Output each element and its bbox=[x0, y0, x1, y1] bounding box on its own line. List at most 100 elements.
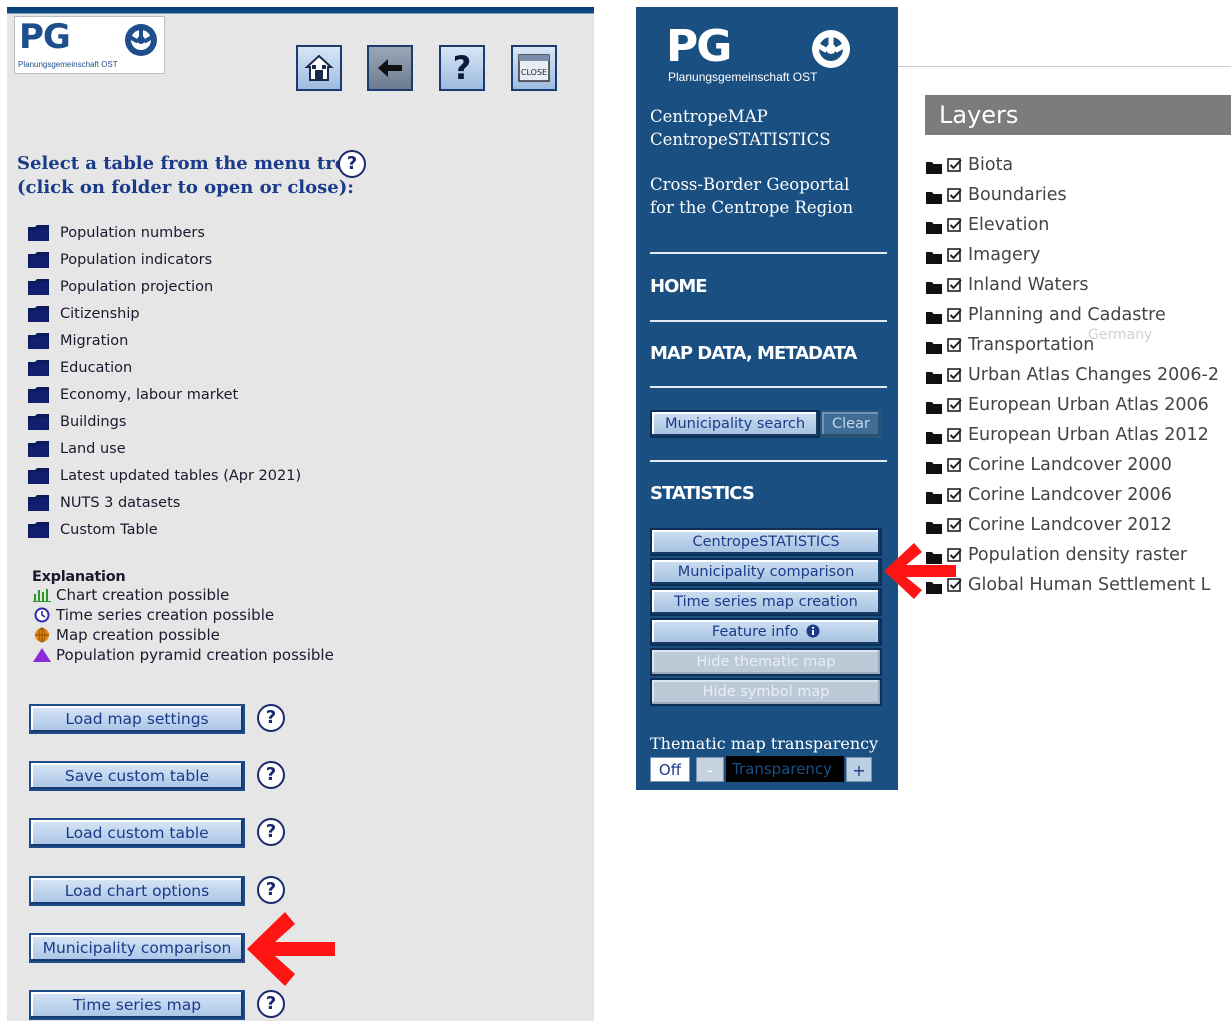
load-map-settings-help[interactable]: ? bbox=[257, 704, 285, 732]
layer-item[interactable]: Corine Landcover 2006 bbox=[926, 483, 1172, 507]
layer-item[interactable]: Population density raster bbox=[926, 543, 1187, 567]
tree-folder-education[interactable]: Education bbox=[27, 357, 347, 379]
folder-icon[interactable] bbox=[926, 189, 942, 204]
map-area[interactable]: Layers Germany Biota Boundaries Elevation I… bbox=[898, 7, 1231, 790]
municipality-search-button[interactable]: Municipality search bbox=[650, 410, 820, 438]
tree-folder-latest-updated[interactable]: Latest updated tables (Apr 2021) bbox=[27, 465, 347, 487]
tree-folder-population-projection[interactable]: Population projection bbox=[27, 276, 347, 298]
layer-label: Global Human Settlement L bbox=[968, 575, 1211, 595]
checkbox-checked-icon[interactable] bbox=[947, 427, 963, 443]
tree-folder-migration[interactable]: Migration bbox=[27, 330, 347, 352]
load-map-settings-button[interactable]: Load map settings bbox=[29, 704, 245, 734]
help-button[interactable]: ? bbox=[439, 45, 485, 91]
municipality-comparison-button[interactable]: Municipality comparison bbox=[650, 558, 882, 586]
legend-pyramid-label: Population pyramid creation possible bbox=[56, 646, 334, 664]
layer-item[interactable]: Elevation bbox=[926, 213, 1049, 237]
transparency-plus-button[interactable]: + bbox=[846, 756, 872, 782]
layer-item[interactable]: Boundaries bbox=[926, 183, 1067, 207]
checkbox-checked-icon[interactable] bbox=[947, 517, 963, 533]
layer-item[interactable]: Urban Atlas Changes 2006-2 bbox=[926, 363, 1219, 387]
tree-folder-population-indicators[interactable]: Population indicators bbox=[27, 249, 347, 271]
layer-item[interactable]: Corine Landcover 2000 bbox=[926, 453, 1172, 477]
layer-item[interactable]: Transportation bbox=[926, 333, 1094, 357]
time-series-map-creation-button[interactable]: Time series map creation bbox=[650, 588, 882, 616]
layer-item[interactable]: Imagery bbox=[926, 243, 1040, 267]
layer-item[interactable]: Corine Landcover 2012 bbox=[926, 513, 1172, 537]
feature-info-label: Feature info bbox=[711, 624, 799, 640]
layer-label: Planning and Cadastre bbox=[968, 305, 1166, 325]
sidebar: PG Planungsgemeinschaft OST CentropeMAP … bbox=[636, 7, 898, 790]
tree-folder-land-use[interactable]: Land use bbox=[27, 438, 347, 460]
layer-item[interactable]: European Urban Atlas 2012 bbox=[926, 423, 1209, 447]
folder-icon[interactable] bbox=[926, 399, 942, 414]
save-custom-table-button[interactable]: Save custom table bbox=[29, 761, 245, 791]
feature-info-button[interactable]: Feature info bbox=[650, 618, 882, 646]
layer-item[interactable]: Planning and Cadastre bbox=[926, 303, 1166, 327]
load-custom-table-button[interactable]: Load custom table bbox=[29, 818, 245, 848]
globe-icon bbox=[32, 626, 52, 644]
back-button[interactable] bbox=[367, 45, 413, 91]
layer-label: Boundaries bbox=[968, 185, 1067, 205]
folder-icon[interactable] bbox=[926, 159, 942, 174]
transparency-off-button[interactable]: Off bbox=[650, 756, 690, 782]
tree-folder-buildings[interactable]: Buildings bbox=[27, 411, 347, 433]
folder-icon[interactable] bbox=[926, 519, 942, 534]
map-topbar bbox=[898, 7, 1231, 67]
checkbox-checked-icon[interactable] bbox=[947, 307, 963, 323]
folder-icon bbox=[27, 466, 51, 486]
transparency-minus-button[interactable]: - bbox=[696, 756, 724, 782]
folder-icon[interactable] bbox=[926, 339, 942, 354]
checkbox-checked-icon[interactable] bbox=[947, 337, 963, 353]
clear-button[interactable]: Clear bbox=[820, 410, 882, 438]
folder-icon bbox=[27, 520, 51, 540]
layer-item[interactable]: Biota bbox=[926, 153, 1013, 177]
tree-folder-economy[interactable]: Economy, labour market bbox=[27, 384, 347, 406]
checkbox-checked-icon[interactable] bbox=[947, 217, 963, 233]
checkbox-checked-icon[interactable] bbox=[947, 397, 963, 413]
layer-item[interactable]: Global Human Settlement L bbox=[926, 573, 1210, 597]
checkbox-checked-icon[interactable] bbox=[947, 367, 963, 383]
home-button[interactable] bbox=[296, 45, 342, 91]
folder-icon[interactable] bbox=[926, 369, 942, 384]
load-chart-options-help[interactable]: ? bbox=[257, 876, 285, 904]
load-chart-options-button[interactable]: Load chart options bbox=[29, 876, 245, 906]
checkbox-checked-icon[interactable] bbox=[947, 157, 963, 173]
hide-thematic-map-button[interactable]: Hide thematic map bbox=[650, 648, 882, 676]
folder-icon[interactable] bbox=[926, 459, 942, 474]
folder-icon[interactable] bbox=[926, 309, 942, 324]
nav-map-data-metadata[interactable]: MAP DATA, METADATA bbox=[650, 343, 857, 364]
folder-icon[interactable] bbox=[926, 219, 942, 234]
hide-symbol-map-button[interactable]: Hide symbol map bbox=[650, 678, 882, 706]
tree-folder-nuts3[interactable]: NUTS 3 datasets bbox=[27, 492, 347, 514]
nav-home[interactable]: HOME bbox=[650, 276, 708, 297]
checkbox-checked-icon[interactable] bbox=[947, 277, 963, 293]
folder-icon bbox=[27, 493, 51, 513]
municipality-comparison-button[interactable]: Municipality comparison bbox=[29, 933, 245, 963]
checkbox-checked-icon[interactable] bbox=[947, 487, 963, 503]
checkbox-checked-icon[interactable] bbox=[947, 457, 963, 473]
help-label: ? bbox=[452, 49, 472, 87]
centrope-statistics-button[interactable]: CentropeSTATISTICS bbox=[650, 528, 882, 556]
time-series-map-button[interactable]: Time series map bbox=[29, 990, 245, 1020]
checkbox-checked-icon[interactable] bbox=[947, 187, 963, 203]
checkbox-checked-icon[interactable] bbox=[947, 247, 963, 263]
tree-folder-citizenship[interactable]: Citizenship bbox=[27, 303, 347, 325]
tree-item-label: Buildings bbox=[60, 414, 127, 430]
folder-icon[interactable] bbox=[926, 429, 942, 444]
save-custom-table-help[interactable]: ? bbox=[257, 761, 285, 789]
layer-item[interactable]: European Urban Atlas 2006 bbox=[926, 393, 1209, 417]
folder-icon[interactable] bbox=[926, 249, 942, 264]
tree-folder-population-numbers[interactable]: Population numbers bbox=[27, 222, 347, 244]
pyramid-icon bbox=[32, 646, 52, 664]
time-series-map-help[interactable]: ? bbox=[257, 990, 285, 1018]
folder-icon[interactable] bbox=[926, 489, 942, 504]
load-custom-table-help[interactable]: ? bbox=[257, 818, 285, 846]
transparency-slider[interactable]: Transparency bbox=[726, 756, 844, 782]
tree-folder-custom-table[interactable]: Custom Table bbox=[27, 519, 347, 541]
folder-icon[interactable] bbox=[926, 279, 942, 294]
folder-icon bbox=[27, 385, 51, 405]
logo-subtitle: Planungsgemeinschaft OST bbox=[18, 60, 118, 69]
close-button[interactable]: CLOSE bbox=[511, 45, 557, 91]
title-help-button[interactable]: ? bbox=[338, 150, 366, 178]
layer-item[interactable]: Inland Waters bbox=[926, 273, 1088, 297]
